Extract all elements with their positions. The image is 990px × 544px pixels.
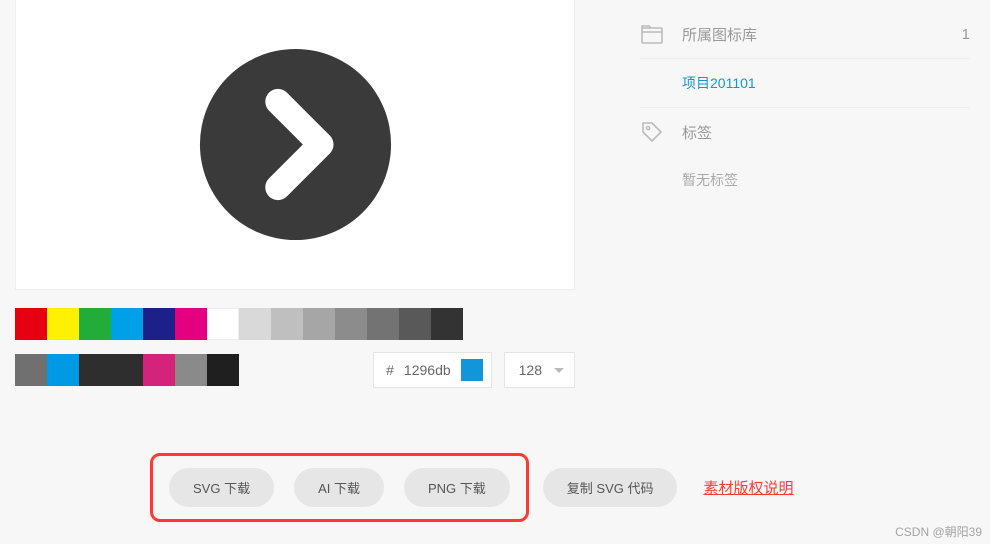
color-swatch[interactable] <box>47 308 79 340</box>
download-bar: SVG 下载 AI 下载 PNG 下载 复制 SVG 代码 素材版权说明 <box>0 433 990 534</box>
folder-icon <box>640 22 664 46</box>
color-swatch[interactable] <box>207 308 239 340</box>
download-highlight-box: SVG 下载 AI 下载 PNG 下载 <box>150 453 529 522</box>
color-swatch[interactable] <box>367 308 399 340</box>
watermark-text: CSDN @朝阳39 <box>895 523 982 540</box>
hex-value: 1296db <box>404 362 451 378</box>
tags-label: 标签 <box>682 122 712 143</box>
color-palette-row-2 <box>15 354 239 386</box>
color-swatch[interactable] <box>303 308 335 340</box>
color-swatch[interactable] <box>47 354 79 386</box>
tag-icon <box>640 120 664 144</box>
color-swatch[interactable] <box>175 354 207 386</box>
png-download-button[interactable]: PNG 下载 <box>404 468 510 507</box>
color-swatch[interactable] <box>111 308 143 340</box>
color-swatch[interactable] <box>79 308 111 340</box>
chevron-right-circle-icon <box>198 47 393 242</box>
library-label: 所属图标库 <box>682 24 757 45</box>
color-swatch[interactable] <box>175 308 207 340</box>
size-value: 128 <box>519 362 542 378</box>
color-swatch[interactable] <box>431 308 463 340</box>
hex-prefix: # <box>386 362 394 378</box>
color-swatch[interactable] <box>111 354 143 386</box>
hex-preview-swatch <box>461 359 483 381</box>
color-palette-row-1 <box>15 308 575 340</box>
library-meta-row: 所属图标库 1 <box>640 10 970 59</box>
icon-preview-panel <box>15 0 575 290</box>
color-swatch[interactable] <box>399 308 431 340</box>
color-swatch[interactable] <box>239 308 271 340</box>
size-dropdown[interactable]: 128 <box>504 352 575 388</box>
project-link[interactable]: 项目201101 <box>640 59 970 108</box>
chevron-down-icon <box>554 368 564 373</box>
color-swatch[interactable] <box>207 354 239 386</box>
hex-color-input[interactable]: # 1296db <box>373 352 492 388</box>
svg-download-button[interactable]: SVG 下载 <box>169 468 274 507</box>
tags-meta-row: 标签 <box>640 108 970 156</box>
copyright-link[interactable]: 素材版权说明 <box>703 477 793 498</box>
ai-download-button[interactable]: AI 下载 <box>294 468 384 507</box>
tags-empty-text: 暂无标签 <box>640 156 970 204</box>
copy-svg-button[interactable]: 复制 SVG 代码 <box>543 468 678 507</box>
color-swatch[interactable] <box>79 354 111 386</box>
color-swatch[interactable] <box>271 308 303 340</box>
color-swatch[interactable] <box>15 354 47 386</box>
color-swatch[interactable] <box>143 354 175 386</box>
color-swatch[interactable] <box>335 308 367 340</box>
color-swatch[interactable] <box>143 308 175 340</box>
library-count: 1 <box>962 26 970 43</box>
color-swatch[interactable] <box>15 308 47 340</box>
